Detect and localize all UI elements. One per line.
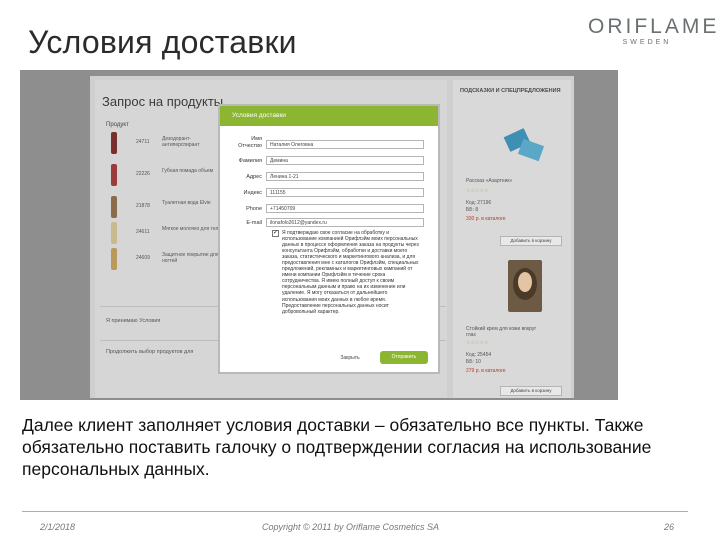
dialog-header: Условия доставки <box>220 106 438 126</box>
offer-bonus: ББ: 8 <box>466 207 479 213</box>
footer-divider <box>22 511 688 512</box>
phone-input[interactable] <box>266 204 424 213</box>
postal-code-input[interactable] <box>266 188 424 197</box>
footer-copyright: Copyright © 2011 by Oriflame Cosmetics S… <box>262 522 440 532</box>
product-code: 24611 <box>136 229 150 235</box>
product-name: Защитное покрытие для ногтей <box>162 252 219 264</box>
pouch-product-image <box>503 128 545 162</box>
offer-price: 279 р. в каталоге <box>466 368 506 374</box>
offer-code: Код: 25454 <box>466 352 492 358</box>
footer-page-number: 26 <box>664 522 675 532</box>
offer-price: 330 р. в каталоге <box>466 216 506 222</box>
add-to-cart-button[interactable]: Добавить в корзину <box>500 386 562 396</box>
offers-heading: ПОДСКАЗКИ И СПЕЦПРЕДЛОЖЕНИЯ <box>460 88 561 94</box>
model-photo-image <box>508 260 542 312</box>
first-name-label: Имя Отчество <box>238 136 262 149</box>
product-code: 24711 <box>136 139 150 145</box>
rating-stars-icon: ☆☆☆☆☆ <box>466 188 489 194</box>
product-code: 22226 <box>136 171 150 177</box>
product-name: Мягкое молочко для тела <box>162 226 222 232</box>
footer-date: 2/1/2018 <box>40 522 76 532</box>
product-row: 24711 Дезодорант-антиперспирант <box>106 132 226 158</box>
continue-shopping-link[interactable]: Продолжить выбор продуктов для <box>106 349 193 355</box>
product-thumbnail <box>111 248 117 270</box>
first-name-input[interactable] <box>266 140 424 149</box>
product-code: 21878 <box>136 203 150 209</box>
oriflame-logo: ORIFLAME SWEDEN <box>588 15 720 50</box>
phone-label: Phone <box>246 206 262 212</box>
slide-caption: Далее клиент заполняет условия доставки … <box>22 415 652 479</box>
offer-bonus: ББ: 10 <box>466 359 481 365</box>
column-header-product: Продукт <box>106 122 129 128</box>
product-row: 24609 Защитное покрытие для ногтей <box>106 248 226 274</box>
slide-title: Условия доставки <box>28 24 297 60</box>
consent-text: Я подтверждаю свое согласие на обработку… <box>282 230 419 315</box>
accept-terms-label[interactable]: Я принимаю Условия <box>106 318 160 324</box>
add-to-cart-button[interactable]: Добавить в корзину <box>500 236 562 246</box>
last-name-input[interactable] <box>266 156 424 165</box>
email-label: E-mail <box>246 220 262 226</box>
product-name: Губная помада объем <box>162 168 214 174</box>
product-row: 22226 Губная помада объем <box>106 164 226 190</box>
submit-button[interactable]: Отправить <box>380 351 428 364</box>
product-thumbnail <box>111 196 117 218</box>
consent-checkbox[interactable]: ✓ <box>272 230 279 237</box>
product-name: Дезодорант-антиперспирант <box>162 136 200 148</box>
delivery-conditions-dialog: Условия доставки Имя Отчество Фамилия Ад… <box>218 104 440 374</box>
address-input[interactable] <box>266 172 424 181</box>
offer-code: Код: 27196 <box>466 200 492 206</box>
last-name-label: Фамилия <box>238 158 262 164</box>
offer-title: Рассказ «Азартник» <box>466 178 513 184</box>
offer-title: Стойкий крем для кожи вокруг глаз <box>466 326 537 338</box>
product-row: 21878 Туалетная вода Elvie <box>106 196 226 222</box>
dialog-title: Условия доставки <box>232 112 286 119</box>
address-label: Адрес <box>246 174 262 180</box>
email-input[interactable] <box>266 218 424 227</box>
page-heading: Запрос на продукты <box>102 94 224 109</box>
close-button[interactable]: Закрыть <box>330 353 370 364</box>
order-form-screenshot: Запрос на продукты Продукт ПОДСКАЗКИ И С… <box>20 70 618 400</box>
product-thumbnail <box>111 164 117 186</box>
logo-wordmark: ORIFLAME <box>588 15 720 38</box>
rating-stars-icon: ☆☆☆☆☆ <box>466 340 489 346</box>
product-row: 24611 Мягкое молочко для тела <box>106 222 226 248</box>
product-thumbnail <box>111 222 117 244</box>
logo-subtitle: SWEDEN <box>622 39 672 46</box>
postal-code-label: Индекс <box>243 190 262 196</box>
product-name: Туалетная вода Elvie <box>162 200 211 206</box>
product-thumbnail <box>111 132 117 154</box>
product-code: 24609 <box>136 255 150 261</box>
